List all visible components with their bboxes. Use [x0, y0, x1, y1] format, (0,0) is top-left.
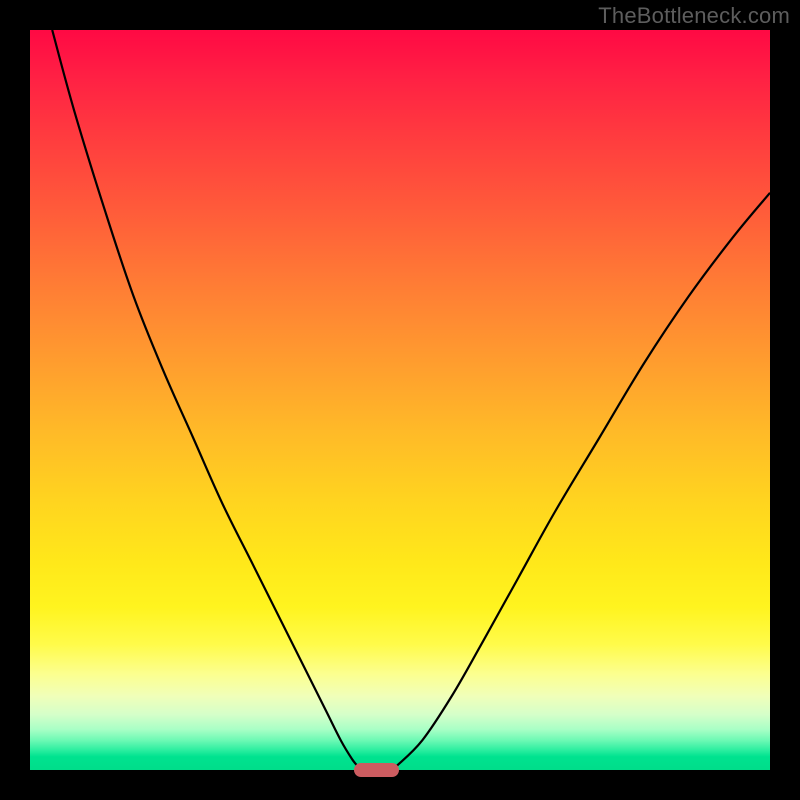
curve-left-branch: [52, 30, 358, 766]
bottleneck-curve: [30, 30, 770, 770]
watermark-text: TheBottleneck.com: [598, 3, 790, 29]
bottleneck-marker: [354, 763, 399, 776]
chart-frame: TheBottleneck.com: [0, 0, 800, 800]
plot-area: [30, 30, 770, 770]
curve-right-branch: [396, 193, 770, 767]
